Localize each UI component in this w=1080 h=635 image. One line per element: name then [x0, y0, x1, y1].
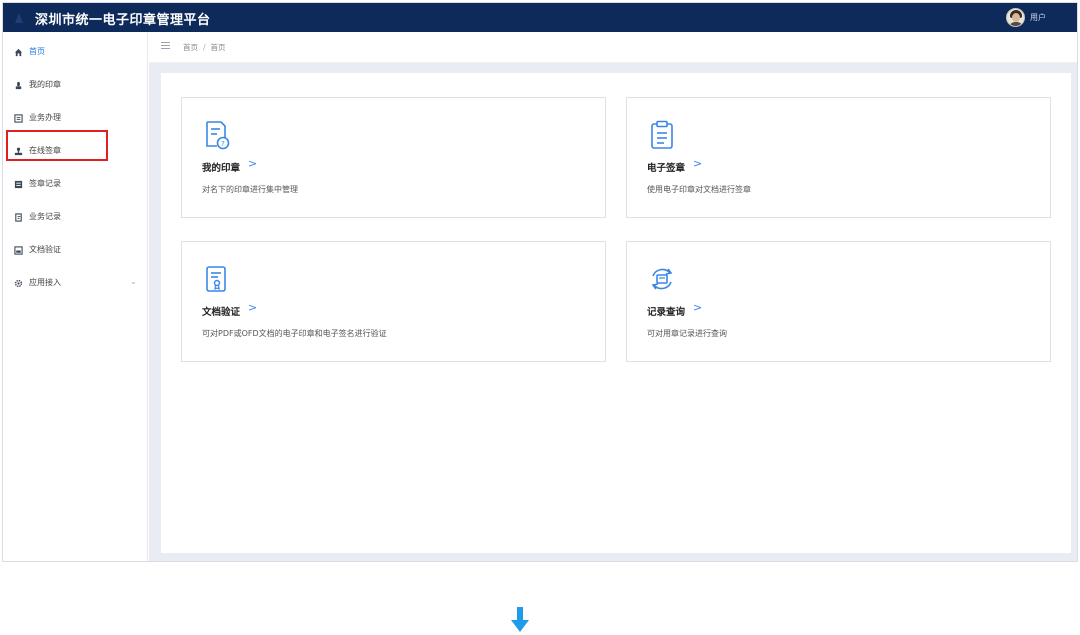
sidebar-item-business-records[interactable]: 业务记录 — [3, 201, 148, 234]
log-icon — [15, 213, 22, 222]
sidebar-item-label: 首页 — [29, 47, 45, 56]
username[interactable]: 用户 — [1030, 12, 1046, 23]
sidebar-item-label: 在线签章 — [29, 146, 61, 155]
card-e-sign[interactable]: 电子签章 > 使用电子印章对文档进行签章 — [626, 97, 1051, 218]
sidebar-item-sign-records[interactable]: 签章记录 — [3, 168, 148, 201]
sidebar-item-home[interactable]: 首页 — [3, 36, 148, 69]
card-doc-verify[interactable]: 文档验证 > 可对PDF或OFD文档的电子印章和电子签名进行验证 — [181, 241, 606, 362]
breadcrumb: 首页 / 首页 — [183, 42, 226, 53]
breadcrumb-item[interactable]: 首页 — [183, 43, 198, 52]
card-title: 电子签章 — [647, 163, 686, 174]
sidebar-item-label: 业务记录 — [29, 212, 61, 221]
seal-document-icon: ? — [206, 121, 230, 150]
main-area: ? 我的印章 > 对名下的印章进行集中管理 电子签章 > 使用电子印章对文档进行… — [149, 63, 1077, 561]
card-record-query[interactable]: 记录查询 > 可对用章记录进行查询 — [626, 241, 1051, 362]
sidebar-item-label: 文档验证 — [29, 245, 61, 254]
sidebar: 首页 我的印章 业务办理 在线签章 签章记录 业务记录 文档验证 应用接入 ⌄ — [3, 32, 148, 561]
chevron-down-icon[interactable]: ⌄ — [130, 277, 137, 286]
card-my-seals[interactable]: ? 我的印章 > 对名下的印章进行集中管理 — [181, 97, 606, 218]
document-verify-icon — [206, 266, 226, 292]
app-window: 深圳市统一电子印章管理平台 用户 首页 我的印章 业务办理 在线签章 签章记录 … — [2, 2, 1078, 562]
sidebar-item-my-seals[interactable]: 我的印章 — [3, 69, 148, 102]
card-title: 文档验证 — [202, 307, 241, 318]
menu-toggle-icon[interactable] — [161, 42, 170, 50]
sidebar-item-business[interactable]: 业务办理 — [3, 102, 148, 135]
content-header: 首页 / 首页 — [149, 32, 1077, 63]
sidebar-item-label: 签章记录 — [29, 179, 61, 188]
app-title: 深圳市统一电子印章管理平台 — [35, 13, 211, 28]
breadcrumb-item-current: 首页 — [210, 43, 226, 52]
card-description: 对名下的印章进行集中管理 — [202, 185, 298, 194]
card-description: 可对用章记录进行查询 — [647, 329, 727, 338]
verify-icon — [14, 246, 23, 255]
home-icon — [14, 48, 23, 57]
gear-icon — [14, 279, 23, 288]
sidebar-item-doc-verify[interactable]: 文档验证 — [3, 234, 148, 267]
sidebar-item-app-access[interactable]: 应用接入 ⌄ — [3, 267, 148, 300]
chevron-right-icon[interactable]: > — [693, 157, 702, 170]
chevron-right-icon[interactable]: > — [248, 157, 257, 170]
document-icon — [14, 114, 23, 123]
logo-icon — [15, 13, 23, 23]
dashboard-panel: ? 我的印章 > 对名下的印章进行集中管理 电子签章 > 使用电子印章对文档进行… — [161, 73, 1071, 553]
sidebar-item-online-sign[interactable]: 在线签章 — [3, 135, 148, 168]
stamp-icon — [14, 147, 23, 156]
sidebar-item-label: 业务办理 — [29, 113, 61, 122]
down-arrow-icon — [511, 607, 529, 632]
record-refresh-icon — [651, 268, 673, 290]
sidebar-item-label: 应用接入 — [29, 278, 61, 287]
chevron-right-icon[interactable]: > — [693, 301, 702, 314]
top-navbar: 深圳市统一电子印章管理平台 用户 — [3, 3, 1077, 32]
breadcrumb-separator: / — [203, 43, 206, 52]
card-description: 使用电子印章对文档进行签章 — [647, 185, 751, 194]
card-title: 记录查询 — [647, 307, 686, 318]
clipboard-icon — [651, 120, 673, 149]
card-description: 可对PDF或OFD文档的电子印章和电子签名进行验证 — [202, 329, 387, 338]
avatar[interactable] — [1006, 8, 1025, 27]
sidebar-item-label: 我的印章 — [29, 80, 61, 89]
svg-text:?: ? — [221, 140, 225, 148]
card-title: 我的印章 — [202, 163, 241, 174]
seal-icon — [15, 81, 22, 90]
chevron-right-icon[interactable]: > — [248, 301, 257, 314]
record-icon — [14, 180, 23, 189]
